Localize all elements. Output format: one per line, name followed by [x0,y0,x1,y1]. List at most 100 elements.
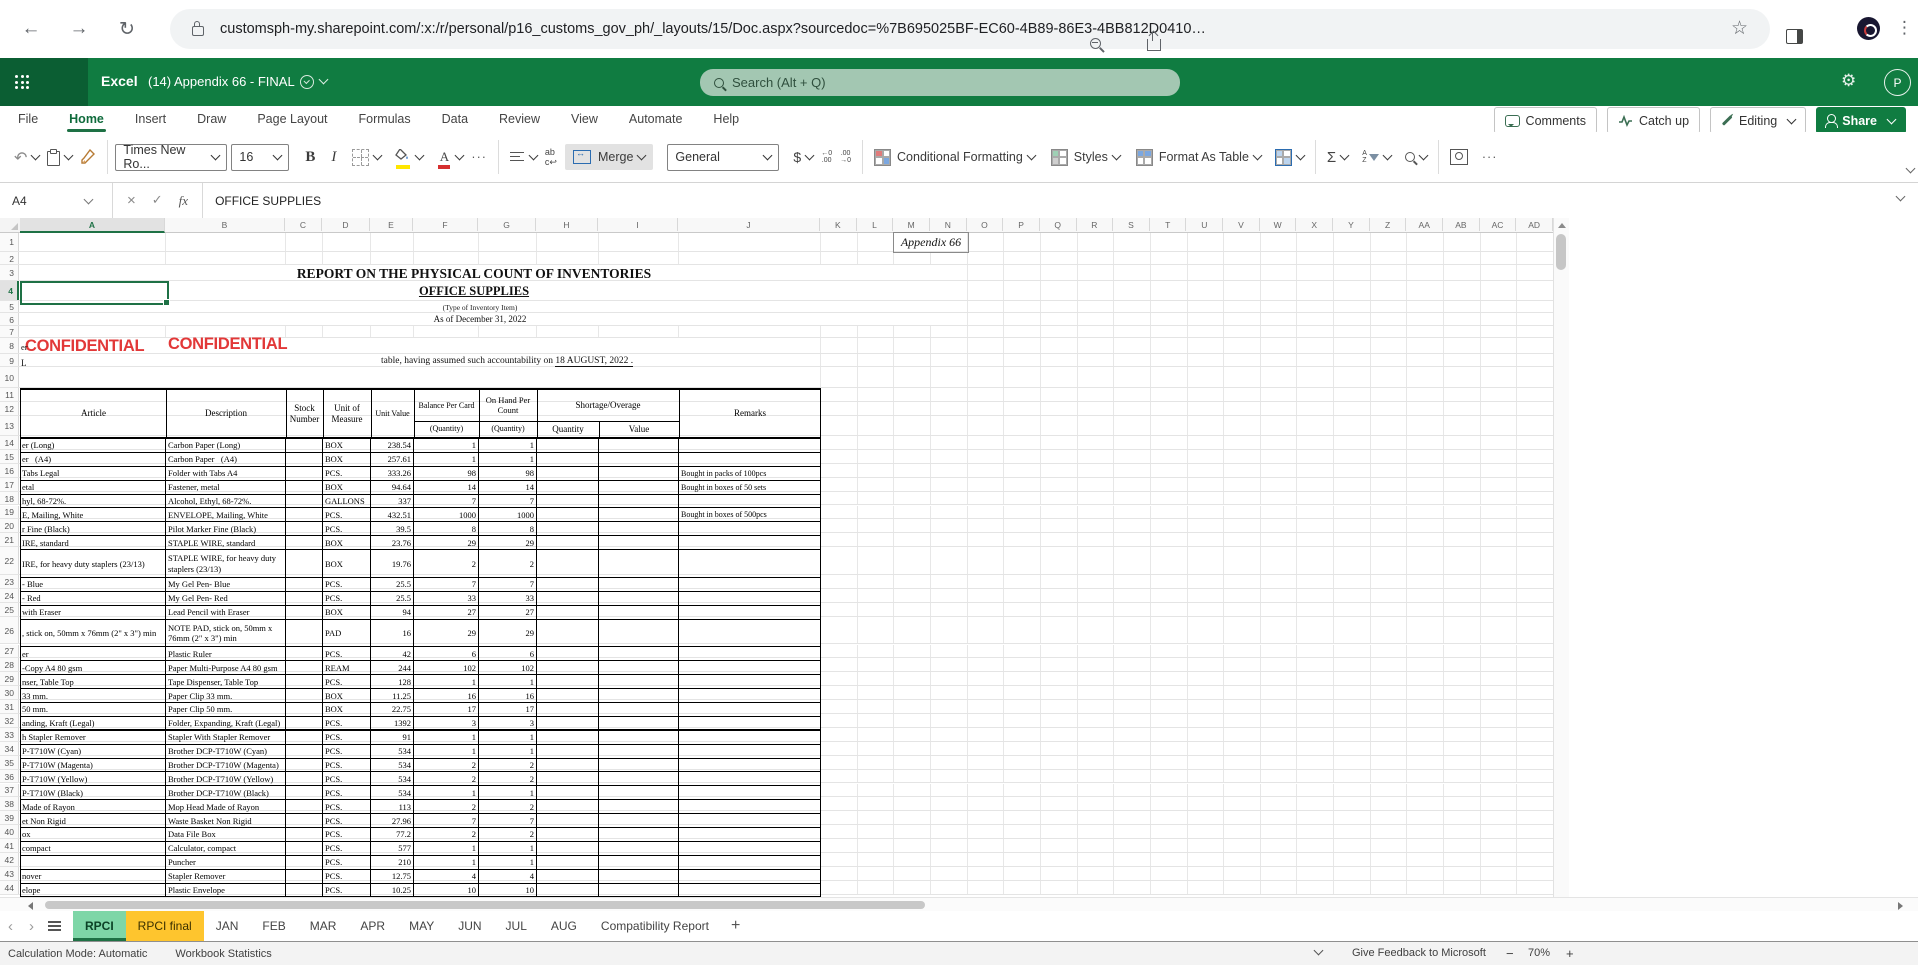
cell[interactable]: compact [21,842,166,855]
sheet-tab-jan[interactable]: JAN [204,911,251,941]
cell[interactable]: 337 [371,495,414,508]
cell[interactable] [286,550,323,577]
col-header-shortage-value[interactable]: Value [599,421,679,437]
settings-gear-icon[interactable]: ⚙ [1841,71,1856,91]
confirm-entry-icon[interactable]: ✓ [152,193,163,208]
cell[interactable] [286,870,323,883]
cell[interactable]: BOX [323,481,371,494]
cell[interactable] [286,800,323,813]
cell[interactable]: Brother DCP-T710W (Yellow) [166,772,286,785]
cell[interactable] [599,884,679,897]
vertical-scroll-thumb[interactable] [1556,234,1566,270]
row-header-3[interactable]: 3 [0,265,19,281]
cell[interactable] [286,814,323,827]
cell[interactable] [679,745,820,758]
cell[interactable]: ox [21,828,166,841]
cell[interactable]: Calculator, compact [166,842,286,855]
cell[interactable] [599,592,679,605]
col-header-unit-of-measure[interactable]: Unit of Measure [323,390,371,437]
status-options-chevron-icon[interactable] [1314,946,1324,956]
cell[interactable] [286,495,323,508]
font-color-button[interactable]: A [433,145,467,169]
cell[interactable] [537,453,599,466]
cell[interactable]: Paper Clip 33 mm. [166,689,286,702]
column-header-F[interactable]: F [413,218,478,231]
col-header-unit-value[interactable]: Unit Value [371,390,414,437]
cell[interactable]: 432.51 [371,508,414,521]
row-header-27[interactable]: 27 [0,645,19,659]
column-header-P[interactable]: P [1003,218,1040,231]
cell[interactable] [599,759,679,772]
cell[interactable] [286,842,323,855]
cell[interactable]: 7 [414,814,479,827]
app-name[interactable]: Excel [101,73,138,89]
cell[interactable]: PCS. [323,578,371,591]
cell[interactable] [537,759,599,772]
cell[interactable]: 29 [414,536,479,549]
cell[interactable]: 3 [479,717,537,729]
cell[interactable] [599,870,679,883]
scroll-up-icon[interactable] [1558,223,1566,228]
cell[interactable]: 1 [479,731,537,744]
cell[interactable]: 244 [371,661,414,674]
bold-button[interactable]: B [301,145,319,170]
cell[interactable]: -Copy A4 80 gsm [21,661,166,674]
cell[interactable]: Puncher [166,856,286,869]
cell[interactable]: ENVELOPE, Mailing, White [166,508,286,521]
col-header-balance-quantity-sub[interactable]: (Quantity) [414,421,479,437]
cell[interactable]: 10 [479,884,537,897]
cell[interactable]: 23.76 [371,536,414,549]
row-header-42[interactable]: 42 [0,853,19,867]
cell[interactable]: REAM [323,661,371,674]
cell[interactable] [599,439,679,452]
cell[interactable] [286,675,323,688]
cell[interactable] [286,467,323,480]
row-header-29[interactable]: 29 [0,672,19,686]
cell[interactable] [537,800,599,813]
cell[interactable]: Brother DCP-T710W (Cyan) [166,745,286,758]
cell[interactable]: Pilot Marker Fine (Black) [166,522,286,535]
cell[interactable]: PCS. [323,717,371,729]
cell[interactable]: 8 [414,522,479,535]
fill-color-button[interactable] [391,145,427,169]
cell[interactable]: 50 mm. [21,703,166,716]
type-of-inventory-note[interactable]: (Type of Inventory Item) [20,303,940,312]
cell[interactable] [537,884,599,897]
cell[interactable]: 2 [414,828,479,841]
cell[interactable] [599,481,679,494]
cell[interactable] [537,703,599,716]
browser-reload-icon[interactable]: ↻ [110,12,144,46]
cell[interactable]: elope [21,884,166,897]
sheet-tab-jul[interactable]: JUL [494,911,539,941]
font-overflow-button[interactable]: ··· [467,146,491,168]
decrease-decimal-button[interactable]: ←0.00 [817,146,836,168]
cell[interactable]: IRE, for heavy duty staplers (23/13) [21,550,166,577]
cell[interactable]: P-T710W (Magenta) [21,759,166,772]
row-header-1[interactable]: 1 [0,232,19,252]
cell[interactable]: 25.5 [371,578,414,591]
cell[interactable]: Brother DCP-T710W (Magenta) [166,759,286,772]
cell[interactable]: PCS. [323,508,371,521]
column-header-U[interactable]: U [1187,218,1224,231]
row-header-15[interactable]: 15 [0,450,19,464]
cell[interactable]: 2 [479,800,537,813]
row-header-37[interactable]: 37 [0,784,19,798]
horizontal-scrollbar[interactable] [0,897,1918,912]
cell[interactable] [537,856,599,869]
cell[interactable]: 534 [371,759,414,772]
cell[interactable]: 333.26 [371,467,414,480]
cell[interactable]: 1 [414,731,479,744]
cell[interactable]: 94 [371,606,414,619]
menu-tab-data[interactable]: Data [440,108,470,130]
cell[interactable] [286,453,323,466]
row-header-11[interactable]: 11 [0,388,19,402]
cell[interactable]: E, Mailing, White [21,508,166,521]
cell[interactable] [286,828,323,841]
cell[interactable]: Folder with Tabs A4 [166,467,286,480]
cell[interactable]: 7 [414,578,479,591]
app-launcher-icon[interactable] [15,75,29,89]
row-header-4[interactable]: 4 [0,281,19,301]
cell[interactable]: 1000 [479,508,537,521]
document-title[interactable]: (14) Appendix 66 - FINAL [148,74,295,89]
cell[interactable]: Bought in boxes of 500pcs [679,508,820,521]
